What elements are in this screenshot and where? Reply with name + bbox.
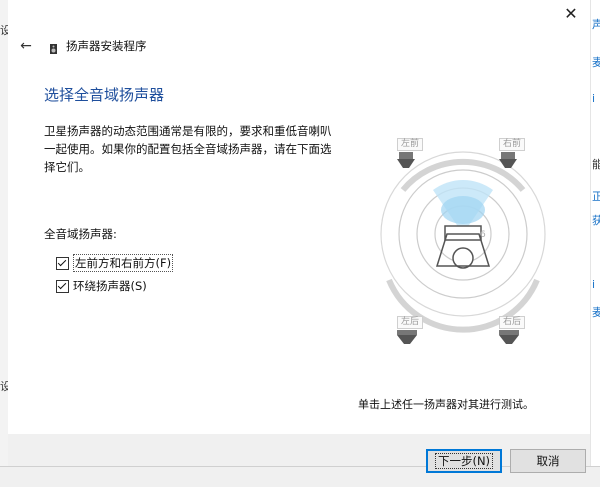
next-button-label[interactable]: 下一步(N) — [434, 453, 494, 469]
rear-left-speaker-label[interactable]: 左后 — [397, 316, 424, 329]
checkbox-checked-icon[interactable] — [56, 279, 69, 293]
checkbox-checked-icon[interactable] — [56, 256, 69, 270]
test-instruction: 单击上述任一扬声器对其进行测试。 — [358, 398, 534, 411]
rear-right-speaker-icon[interactable] — [499, 330, 519, 344]
next-button[interactable]: 下一步(N) — [426, 449, 502, 473]
cancel-button-label[interactable]: 取消 — [537, 454, 560, 468]
background-text: 能 — [592, 158, 600, 171]
background-text: i — [592, 278, 596, 291]
close-button[interactable]: ✕ — [558, 2, 584, 26]
rear-right-speaker-label[interactable]: 右后 — [499, 316, 526, 329]
background-text: i — [592, 92, 596, 105]
rear-left-speaker-icon[interactable] — [397, 330, 417, 344]
wizard-nav: ← 扬声器安装程序 — [16, 36, 147, 56]
back-button[interactable]: ← — [16, 38, 36, 54]
background-text: 声 — [592, 18, 600, 31]
full-range-group-label: 全音域扬声器: — [44, 227, 117, 241]
background-text: 正 — [592, 190, 600, 203]
page-title: 选择全音域扬声器 — [44, 86, 165, 104]
background-text: 麦 — [592, 306, 600, 319]
description-text: 卫星扬声器的动态范围通常是有限的，要求和重低音喇叭一起使用。如果你的配置包括全音… — [44, 124, 332, 174]
speaker-diagram: 6 左前 右前 左后 右后 — [363, 130, 563, 370]
front-speakers-checkbox[interactable]: 左前方和右前方(F) — [56, 254, 174, 272]
surround-speakers-checkbox[interactable]: 环绕扬声器(S) — [56, 278, 147, 294]
speaker-setup-dialog: ✕ ← 扬声器安装程序 选择全音域扬声器 卫星扬声器的动态范围通常是有限的，要求… — [8, 0, 590, 466]
room-diagram: 6 — [380, 151, 546, 344]
back-arrow-icon: ← — [20, 38, 32, 54]
front-left-speaker-label[interactable]: 左前 — [397, 138, 424, 151]
cancel-button[interactable]: 取消 — [510, 449, 586, 473]
background-text: 获 — [592, 214, 600, 227]
speaker-icon — [48, 40, 60, 54]
front-right-speaker-icon[interactable] — [499, 152, 517, 168]
wizard-title: 扬声器安装程序 — [66, 39, 147, 53]
background-window-right: 声 麦 i 能 正 获 i 麦 — [590, 0, 600, 486]
dialog-footer — [8, 434, 590, 466]
checkbox-label[interactable]: 左前方和右前方(F) — [73, 254, 174, 272]
checkbox-label[interactable]: 环绕扬声器(S) — [73, 278, 147, 294]
svg-text:6: 6 — [480, 230, 486, 240]
front-right-speaker-label[interactable]: 右前 — [499, 138, 526, 151]
front-left-speaker-icon[interactable] — [397, 152, 415, 168]
close-icon: ✕ — [564, 4, 578, 23]
background-text: 麦 — [592, 56, 600, 69]
